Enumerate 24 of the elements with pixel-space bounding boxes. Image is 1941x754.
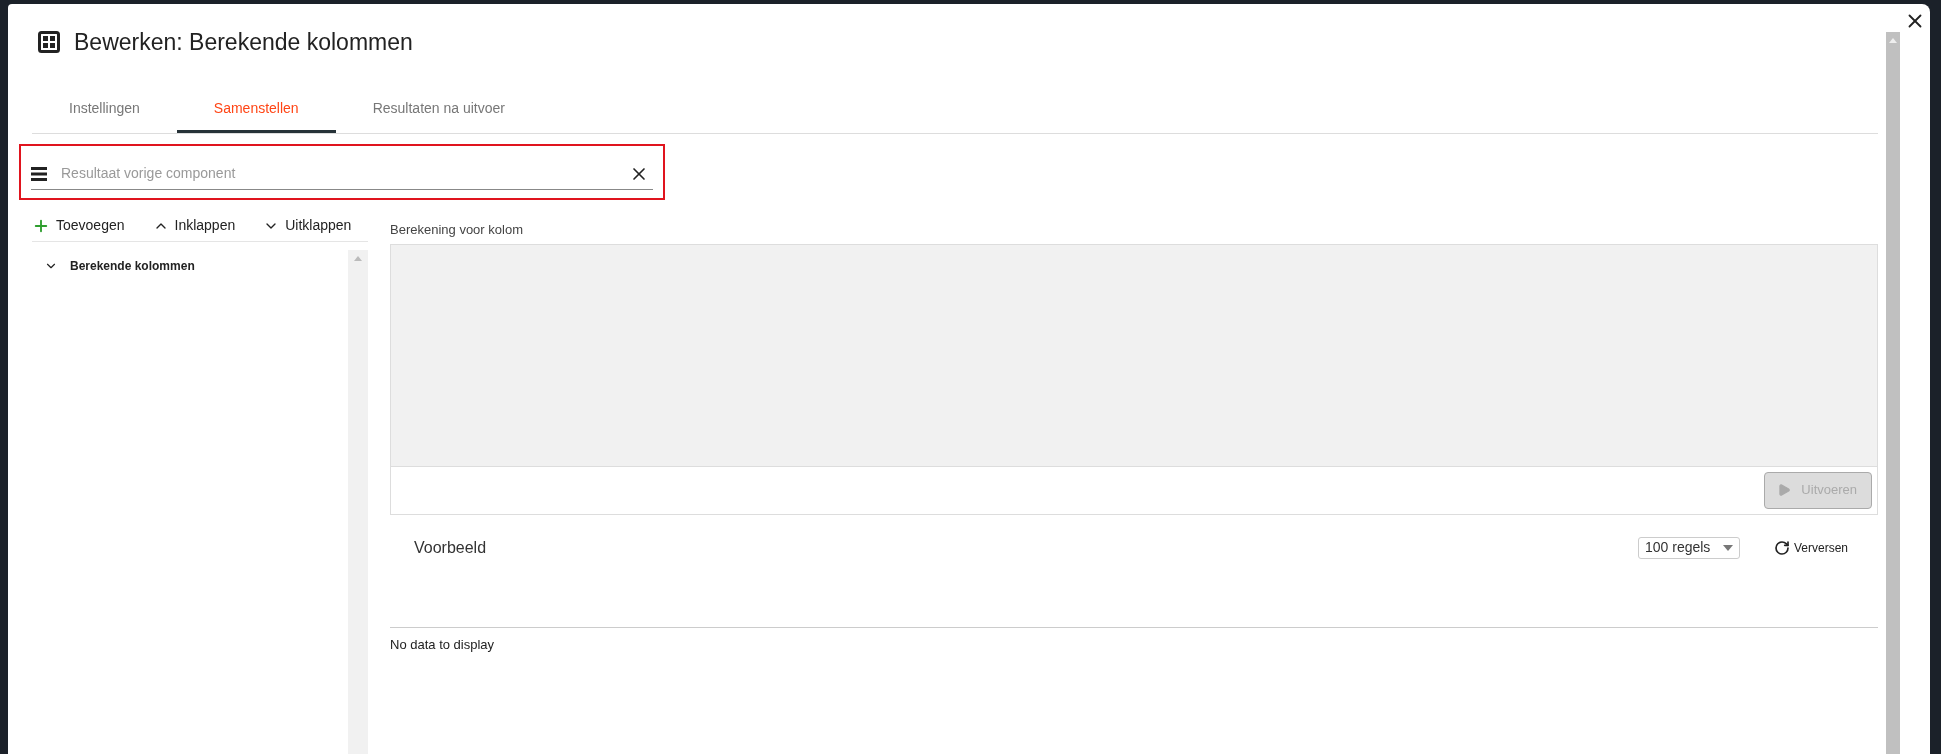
source-field[interactable]: Resultaat vorige component (19, 144, 665, 200)
toolbar-button[interactable]: Toevoegen (32, 215, 125, 236)
source-input[interactable]: Resultaat vorige component (61, 163, 615, 184)
code-editor[interactable] (391, 244, 1877, 467)
tree-item[interactable]: Berekende kolommen (32, 256, 348, 276)
dropdown-icon (1722, 544, 1733, 551)
rows-select[interactable]: 100 regels (1637, 536, 1740, 559)
refresh-button[interactable]: Verversen (1773, 538, 1848, 557)
scrollbar[interactable] (348, 250, 368, 754)
scrollbar[interactable] (1886, 32, 1900, 754)
scroll-up-icon (1889, 38, 1897, 43)
play-icon (1777, 483, 1791, 497)
toolbar-button[interactable]: Inklappen (152, 215, 236, 236)
preview-title: Voorbeeld (414, 537, 488, 558)
grid-icon (38, 31, 60, 53)
toolbar-button[interactable]: Uitklappen (263, 215, 352, 236)
tab[interactable]: Resultaten na uitvoer (335, 86, 542, 133)
tab[interactable]: Instellingen (32, 86, 177, 133)
editor-label: Berekening voor kolom (390, 221, 524, 239)
dialog-title: Bewerken: Berekende kolommen (74, 27, 413, 57)
menu-icon (31, 165, 47, 182)
empty-message: No data to display (390, 636, 495, 652)
refresh-icon (1773, 539, 1790, 556)
scroll-up-icon (354, 256, 362, 261)
